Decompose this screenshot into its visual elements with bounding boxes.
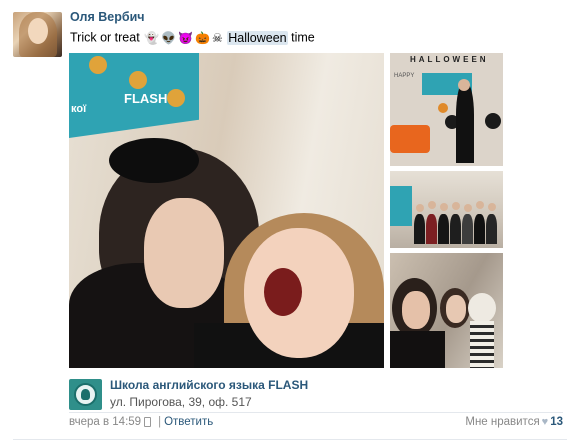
group-avatar[interactable]: [69, 379, 102, 410]
pumpkin-decoration: [89, 56, 107, 74]
photo-happy-text: HAPPY: [394, 73, 415, 79]
author-avatar[interactable]: [13, 12, 62, 57]
person-face: [476, 201, 484, 209]
photo-thumb-2[interactable]: [390, 171, 503, 248]
meta-separator: |: [158, 416, 162, 428]
group-logo-icon: [74, 383, 97, 406]
person-body: [486, 214, 497, 244]
divider: [13, 439, 567, 440]
balloon: [438, 103, 448, 113]
open-mouth: [264, 268, 302, 316]
person-body: [450, 214, 461, 244]
post-text: Trick or treat 👻 👽 😈 🎃 ☠ Halloween time: [70, 30, 315, 45]
photo-sign: [390, 186, 412, 226]
person-body: [426, 214, 437, 244]
like-count: 13: [550, 416, 563, 428]
devil-icon: 😈: [178, 30, 194, 45]
skeleton-head: [468, 293, 496, 323]
photo-sign-text: FLASH: [124, 91, 168, 106]
author-name[interactable]: Оля Вербич: [70, 10, 145, 24]
person-face: [458, 79, 470, 91]
post-meta: вчера в 14:59 | Ответить: [69, 416, 213, 428]
divider: [69, 412, 563, 413]
ghost-icon: 👻: [144, 30, 160, 45]
avatar-face: [28, 18, 48, 44]
balloon: [485, 113, 501, 129]
reply-link[interactable]: Ответить: [164, 416, 213, 428]
alien-icon: 👽: [161, 30, 177, 45]
person-face: [416, 204, 424, 212]
wall-post: Оля Вербич Trick or treat 👻 👽 😈 🎃 ☠ Hallowee…: [0, 0, 580, 441]
post-time-link[interactable]: вчера в 14:59: [69, 416, 141, 428]
group-name-link[interactable]: Школа английского языка FLASH: [110, 378, 308, 392]
photo-sofa: [390, 125, 430, 153]
person-face: [488, 203, 496, 211]
post-text-highlight: Halloween: [227, 30, 288, 45]
skull-icon: ☠: [211, 30, 223, 45]
person-body: [414, 214, 425, 244]
mobile-icon: [144, 416, 152, 427]
heart-icon: ♥: [541, 416, 549, 428]
photo-halloween-text: HALLOWEEN: [410, 55, 489, 64]
person-body: [474, 214, 485, 244]
photo-sign-prefix: кої: [71, 103, 87, 115]
post-text-prefix: Trick or treat: [70, 30, 140, 45]
person-face: [402, 291, 430, 329]
photo-thumb-3[interactable]: [390, 253, 503, 368]
person-face: [428, 201, 436, 209]
pumpkin-decoration: [167, 89, 185, 107]
person-face: [144, 198, 224, 308]
person-body: [456, 83, 474, 163]
post-text-suffix: time: [291, 30, 315, 45]
person-body: [438, 214, 449, 244]
like-label: Мне нравится: [465, 416, 540, 428]
person-face: [452, 202, 460, 210]
skeleton-body: [470, 321, 494, 368]
pumpkin-decoration: [129, 71, 147, 89]
pumpkin-icon: 🎃: [195, 30, 210, 45]
person-body: [462, 214, 473, 244]
person-body: [390, 331, 445, 368]
person-face: [446, 295, 466, 323]
like-button[interactable]: Мне нравится ♥ 13: [465, 416, 563, 428]
photo-thumb-1[interactable]: HALLOWEEN HAPPY: [390, 53, 503, 166]
person-face: [440, 203, 448, 211]
person-face: [464, 204, 472, 212]
fascinator: [109, 138, 199, 183]
group-address: ул. Пирогова, 39, оф. 517: [110, 395, 252, 409]
photo-main[interactable]: кої FLASH: [69, 53, 384, 368]
